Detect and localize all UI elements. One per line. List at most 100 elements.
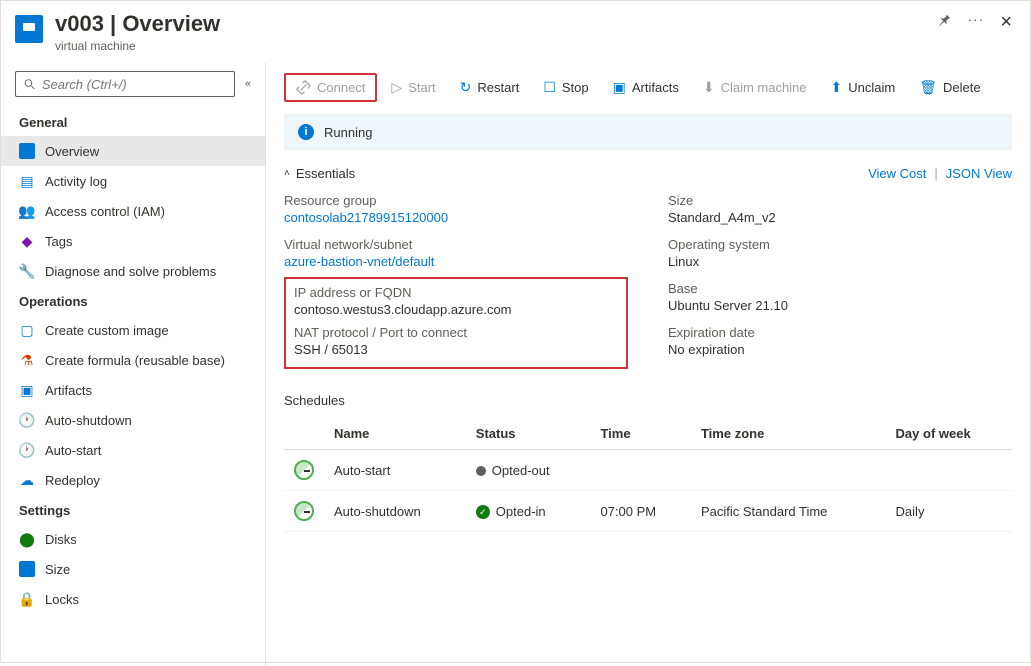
cell-tz: Pacific Standard Time (691, 491, 886, 532)
status-bar: i Running (284, 114, 1012, 150)
cell-time: 07:00 PM (590, 491, 691, 532)
info-icon: i (298, 124, 314, 140)
nav-label: Tags (45, 234, 72, 249)
sidebar-item-overview[interactable]: Overview (1, 136, 265, 166)
artifacts-button[interactable]: ▣ Artifacts (603, 74, 689, 101)
json-view-link[interactable]: JSON View (946, 166, 1012, 181)
search-input[interactable] (42, 77, 226, 92)
clock-icon: 🕐 (19, 412, 35, 428)
status-check-icon: ✓ (476, 505, 490, 519)
tag-icon: ◆ (19, 233, 35, 249)
lock-icon: 🔒 (19, 591, 35, 607)
status-dot-icon (476, 466, 486, 476)
sidebar-item-artifacts[interactable]: ▣ Artifacts (1, 375, 265, 405)
nav-label: Artifacts (45, 383, 92, 398)
sidebar-item-auto-start[interactable]: 🕐 Auto-start (1, 435, 265, 465)
ip-label: IP address or FQDN (294, 285, 618, 300)
more-icon[interactable]: ··· (967, 11, 984, 27)
sidebar-item-locks[interactable]: 🔒 Locks (1, 584, 265, 614)
chevron-up-icon: ˄ (284, 168, 290, 179)
schedule-clock-icon (294, 460, 314, 480)
nav-section-settings: Settings (1, 495, 265, 524)
pin-icon[interactable] (937, 12, 951, 26)
base-label: Base (668, 281, 1012, 296)
close-icon[interactable]: × (1000, 11, 1012, 34)
log-icon: ▤ (19, 173, 35, 189)
stop-icon: ☐ (543, 79, 556, 96)
stop-button[interactable]: ☐ Stop (533, 74, 598, 101)
os-label: Operating system (668, 237, 1012, 252)
sidebar-item-diagnose[interactable]: 🔧 Diagnose and solve problems (1, 256, 265, 286)
flask-icon: ⚗ (19, 352, 35, 368)
size-icon (19, 561, 35, 577)
cell-status: Opted-out (492, 463, 550, 478)
vm-icon (15, 15, 43, 43)
sidebar-item-redeploy[interactable]: ☁ Redeploy (1, 465, 265, 495)
vm-small-icon (19, 143, 35, 159)
cell-dow: Daily (886, 491, 1012, 532)
nav-label: Auto-start (45, 443, 101, 458)
nav-label: Diagnose and solve problems (45, 264, 216, 279)
rg-value[interactable]: contosolab21789915120000 (284, 210, 628, 225)
start-button[interactable]: ▷ Start (381, 74, 445, 101)
rg-label: Resource group (284, 193, 628, 208)
size-value: Standard_A4m_v2 (668, 210, 1012, 225)
separator: | (934, 166, 937, 181)
sidebar-item-size[interactable]: Size (1, 554, 265, 584)
nav-label: Locks (45, 592, 79, 607)
col-status: Status (466, 418, 591, 450)
cloud-icon: ☁ (19, 472, 35, 488)
essentials-grid: Resource group contosolab21789915120000 … (284, 193, 1012, 369)
sidebar-item-disks[interactable]: ⬤ Disks (1, 524, 265, 554)
sidebar-item-activity-log[interactable]: ▤ Activity log (1, 166, 265, 196)
base-value: Ubuntu Server 21.10 (668, 298, 1012, 313)
vnet-value[interactable]: azure-bastion-vnet/default (284, 254, 628, 269)
connect-button[interactable]: Connect (284, 73, 377, 102)
restart-icon: ↻ (460, 79, 472, 96)
essentials-label: Essentials (296, 166, 355, 181)
table-row[interactable]: Auto-start Opted-out (284, 450, 1012, 491)
cell-time (590, 450, 691, 491)
nav-label: Access control (IAM) (45, 204, 165, 219)
sidebar-item-iam[interactable]: 👥 Access control (IAM) (1, 196, 265, 226)
nav-section-operations: Operations (1, 286, 265, 315)
claim-button[interactable]: ⬇ Claim machine (693, 74, 817, 101)
nat-label: NAT protocol / Port to connect (294, 325, 618, 340)
resource-type-label: virtual machine (55, 39, 937, 53)
restart-button[interactable]: ↻ Restart (450, 74, 530, 101)
col-dow: Day of week (886, 418, 1012, 450)
tb-label: Start (408, 80, 435, 95)
nav-label: Auto-shutdown (45, 413, 132, 428)
nav-label: Disks (45, 532, 77, 547)
sidebar-search[interactable] (15, 71, 235, 97)
schedules-table: Name Status Time Time zone Day of week A… (284, 418, 1012, 532)
sidebar-item-custom-image[interactable]: ▢ Create custom image (1, 315, 265, 345)
schedule-clock-icon (294, 501, 314, 521)
col-name: Name (324, 418, 466, 450)
nav-label: Overview (45, 144, 99, 159)
sidebar-item-tags[interactable]: ◆ Tags (1, 226, 265, 256)
essentials-toggle[interactable]: ˄ Essentials (284, 166, 355, 181)
exp-value: No expiration (668, 342, 1012, 357)
exp-label: Expiration date (668, 325, 1012, 340)
cell-status: Opted-in (496, 504, 546, 519)
nav-section-general: General (1, 107, 265, 136)
collapse-sidebar-icon[interactable]: « (245, 78, 251, 90)
trash-icon: 🗑 (919, 79, 937, 96)
cell-tz (691, 450, 886, 491)
cell-name: Auto-start (324, 450, 466, 491)
schedules-heading: Schedules (284, 393, 1012, 408)
tb-label: Delete (943, 80, 981, 95)
nat-value: SSH / 65013 (294, 342, 618, 357)
table-row[interactable]: Auto-shutdown ✓Opted-in 07:00 PM Pacific… (284, 491, 1012, 532)
wrench-icon: 🔧 (19, 263, 35, 279)
upload-icon: ⬆ (831, 79, 843, 96)
view-cost-link[interactable]: View Cost (868, 166, 926, 181)
tb-label: Artifacts (632, 80, 679, 95)
unclaim-button[interactable]: ⬆ Unclaim (821, 74, 906, 101)
sidebar-item-auto-shutdown[interactable]: 🕐 Auto-shutdown (1, 405, 265, 435)
sidebar-item-formula[interactable]: ⚗ Create formula (reusable base) (1, 345, 265, 375)
delete-button[interactable]: 🗑 Delete (909, 74, 990, 101)
artifact-icon: ▣ (19, 382, 35, 398)
people-icon: 👥 (19, 203, 35, 219)
